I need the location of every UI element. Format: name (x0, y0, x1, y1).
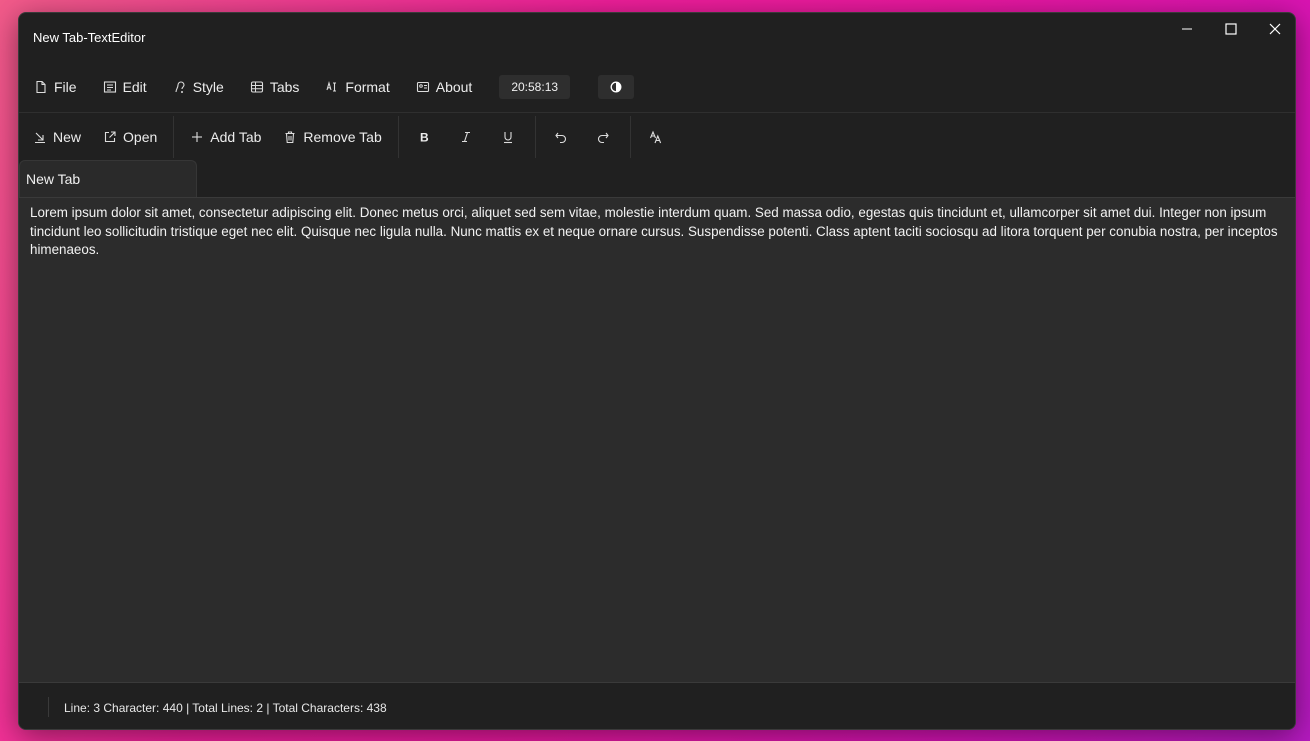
undo-button[interactable] (544, 119, 578, 155)
redo-button[interactable] (586, 119, 620, 155)
undo-icon (555, 132, 566, 144)
menu-format[interactable]: Format (318, 71, 396, 103)
menu-edit-label: Edit (122, 79, 147, 95)
tabs-icon (250, 80, 264, 94)
open-external-icon (103, 130, 117, 144)
status-text: Line: 3 Character: 440 | Total Lines: 2 … (64, 701, 387, 715)
theme-toggle-icon (610, 81, 622, 93)
toolbar-divider (629, 116, 631, 158)
menu-edit[interactable]: Edit (96, 71, 154, 103)
menu-file[interactable]: File (27, 71, 84, 103)
trash-icon (283, 130, 297, 144)
file-icon (34, 80, 48, 94)
remove-tab-button-label: Remove Tab (303, 129, 382, 145)
text-editor-area[interactable]: Lorem ipsum dolor sit amet, consectetur … (19, 197, 1295, 683)
bold-icon: B (420, 131, 429, 145)
tab-new-tab[interactable]: New Tab (19, 160, 197, 197)
toolbar: New Open Add Tab Remove Tab B (19, 113, 1295, 161)
maximize-icon (1225, 23, 1237, 35)
tab-label: New Tab (26, 171, 81, 187)
minimize-icon (1182, 28, 1192, 30)
underline-icon (503, 132, 512, 144)
theme-toggle-button[interactable] (598, 75, 635, 99)
status-bar: Line: 3 Character: 440 | Total Lines: 2 … (19, 683, 1295, 729)
menu-about[interactable]: About (409, 71, 480, 103)
toolbar-divider (173, 116, 175, 158)
new-button-label: New (53, 129, 82, 145)
remove-tab-button[interactable]: Remove Tab (275, 119, 389, 155)
menu-about-label: About (435, 79, 473, 95)
redo-icon (597, 132, 609, 144)
plus-icon (190, 130, 204, 144)
add-tab-button[interactable]: Add Tab (182, 119, 269, 155)
toolbar-divider (397, 116, 399, 158)
open-button-label: Open (123, 129, 158, 145)
new-button[interactable]: New (25, 119, 89, 155)
style-icon (173, 80, 187, 94)
bold-button[interactable]: B (407, 119, 441, 155)
format-icon (325, 80, 339, 94)
close-button[interactable] (1253, 13, 1295, 45)
clock-display: 20:58:13 (499, 75, 571, 99)
edit-icon (103, 80, 117, 94)
app-window: New Tab-TextEditor File Edit Style Tabs (18, 12, 1296, 730)
tab-strip: New Tab (19, 160, 1295, 197)
menu-bar: File Edit Style Tabs Format About 20:58:… (19, 69, 1295, 105)
font-size-icon (649, 130, 661, 144)
menu-file-label: File (54, 79, 77, 95)
maximize-button[interactable] (1209, 13, 1253, 45)
editor-content: Lorem ipsum dolor sit amet, consectetur … (30, 205, 1278, 257)
menu-style-label: Style (192, 79, 224, 95)
italic-button[interactable] (449, 119, 483, 155)
menu-tabs[interactable]: Tabs (243, 71, 307, 103)
status-divider (48, 697, 49, 717)
open-button[interactable]: Open (95, 119, 165, 155)
new-file-icon (33, 130, 47, 144)
add-tab-button-label: Add Tab (210, 129, 262, 145)
underline-button[interactable] (491, 119, 525, 155)
about-icon (416, 80, 430, 94)
toolbar-divider (534, 116, 536, 158)
svg-text:B: B (420, 131, 429, 145)
font-size-button[interactable] (639, 119, 673, 155)
menu-style[interactable]: Style (166, 71, 231, 103)
italic-icon (461, 131, 470, 143)
close-icon (1269, 23, 1281, 35)
menu-format-label: Format (345, 79, 390, 95)
menu-tabs-label: Tabs (269, 79, 300, 95)
title-bar[interactable]: New Tab-TextEditor (19, 13, 1295, 61)
minimize-button[interactable] (1165, 13, 1209, 45)
window-title: New Tab-TextEditor (33, 30, 146, 45)
